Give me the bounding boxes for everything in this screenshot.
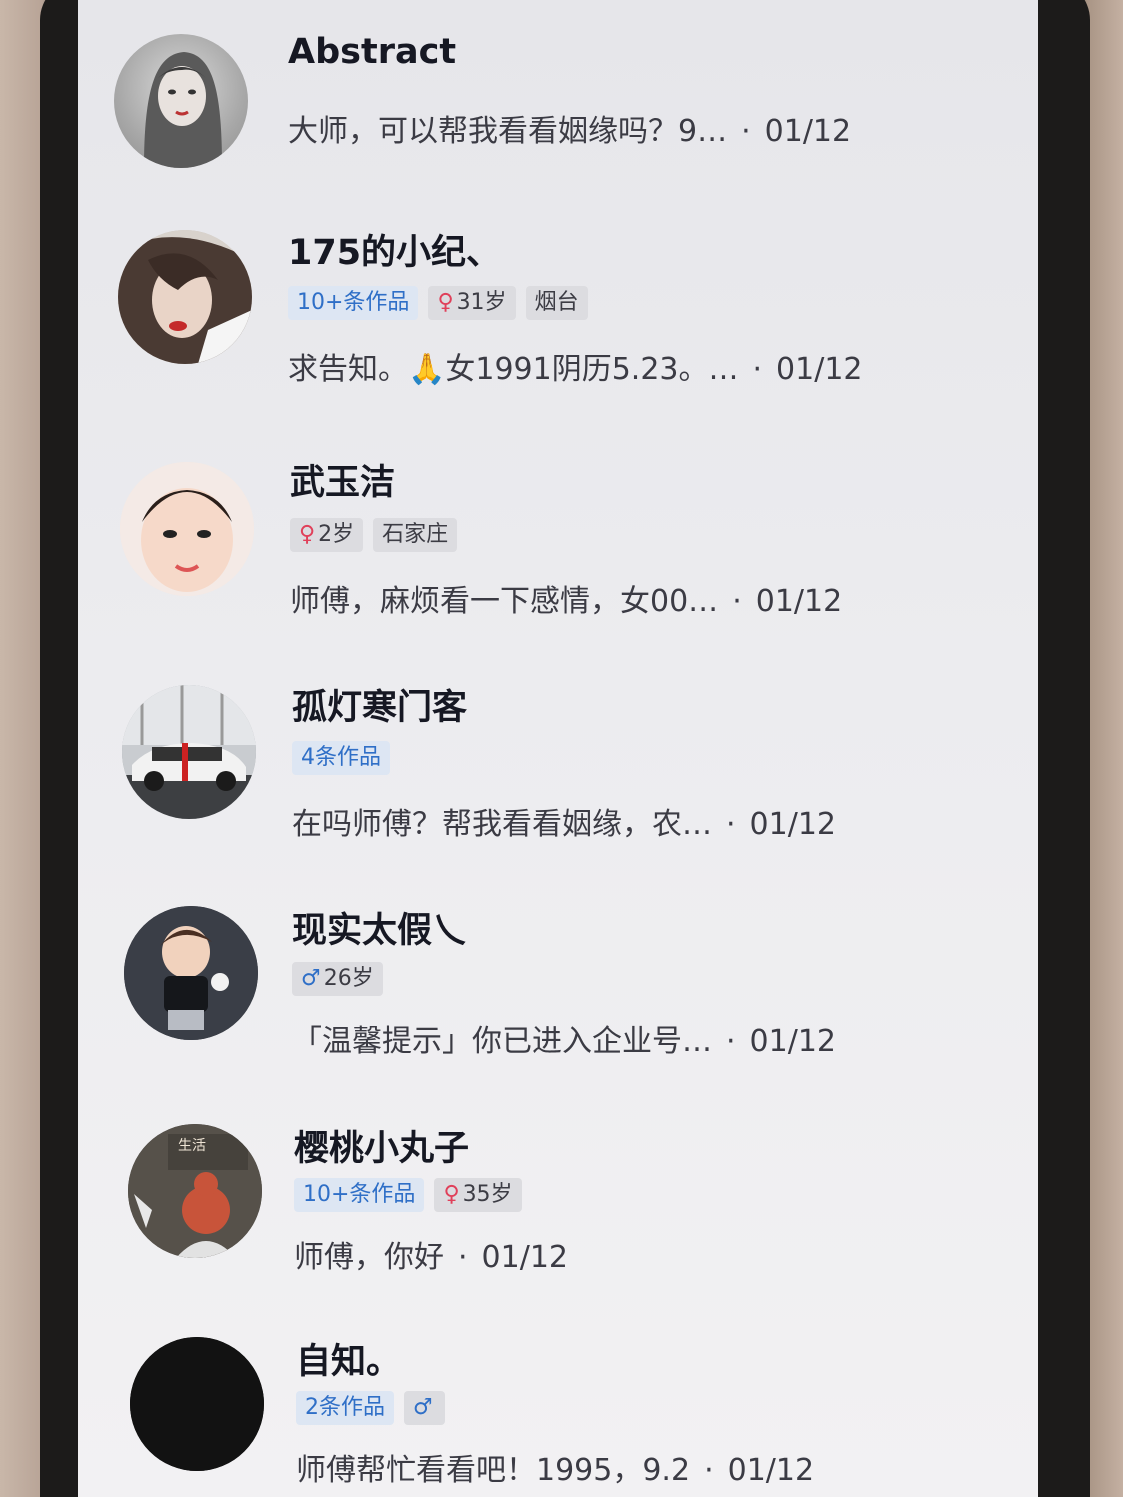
avatar[interactable] [118, 230, 252, 364]
works-count-tag: 10+条作品 [288, 286, 419, 320]
avatar[interactable] [114, 34, 248, 168]
message-text: 大师，可以帮我看看姻缘吗？9… [288, 114, 728, 149]
gender-tag: ♂ [404, 1391, 445, 1425]
message-date: 01/12 [481, 1240, 569, 1275]
cartoon-boy-avatar-icon [124, 906, 258, 1040]
age-tag: ♂ 26岁 [292, 962, 383, 996]
conversation-item[interactable]: 孤灯寒门客 4条作品 在吗师傅？帮我看看姻缘，农… · 01/12 [78, 655, 1038, 880]
separator-dot: · [732, 584, 742, 619]
last-message: 大师，可以帮我看看姻缘吗？9… · 01/12 [288, 106, 851, 150]
message-text: 师傅，你好 [294, 1240, 444, 1275]
conversation-item[interactable]: 生活 樱桃小丸子 10+条作品 ♀ 35岁 师傅，你好 · 01/12 [78, 1100, 1038, 1315]
works-count-tag: 10+条作品 [294, 1178, 425, 1212]
separator-dot: · [458, 1240, 468, 1275]
contact-name: 樱桃小丸子 [294, 1129, 470, 1169]
contact-name: 孤灯寒门客 [292, 688, 468, 728]
message-text: 师傅，麻烦看一下感情，女00… [290, 584, 719, 619]
separator-dot: · [726, 807, 736, 842]
conversation-item[interactable]: Abstract 大师，可以帮我看看姻缘吗？9… · 01/12 [78, 0, 1038, 200]
conversation-item[interactable]: 自知。 2条作品 ♂ 师傅帮忙看看吧！1995，9.2 · 01/12 [78, 1315, 1038, 1497]
contact-name: 现实太假乀 [292, 911, 468, 951]
avatar[interactable] [122, 685, 256, 819]
age-tag: ♀ 31岁 [428, 286, 516, 320]
location-tag: 石家庄 [373, 518, 458, 552]
message-date: 01/12 [764, 114, 852, 149]
message-date: 01/12 [749, 1024, 837, 1059]
last-message: 师傅，你好 · 01/12 [294, 1232, 568, 1276]
tag-row: 2条作品 ♂ [296, 1391, 445, 1425]
works-count-tag: 2条作品 [296, 1391, 394, 1425]
last-message: 「温馨提示」你已进入企业号… · 01/12 [292, 1016, 836, 1060]
tag-row: ♀ 2岁 石家庄 [290, 518, 458, 552]
contact-name: 175的小纪、 [288, 233, 502, 273]
conversation-item[interactable]: 175的小纪、 10+条作品 ♀ 31岁 烟台 求告知。🙏女1991阴历5.23。… [78, 200, 1038, 430]
woman-illustration-avatar-icon [144, 52, 222, 168]
separator-dot: · [752, 352, 763, 387]
message-text: 在吗师傅？帮我看看姻缘，农… [292, 807, 712, 842]
child-photo-avatar-icon [120, 462, 254, 596]
female-icon: ♀ [437, 290, 454, 315]
contact-name: 自知。 [296, 1342, 402, 1382]
tag-row: 4条作品 [292, 741, 390, 775]
message-text: 求告知。🙏女1991阴历5.23。… [288, 352, 739, 387]
last-message: 求告知。🙏女1991阴历5.23。… · 01/12 [288, 344, 863, 388]
message-text: 师傅帮忙看看吧！1995，9.2 [296, 1453, 691, 1488]
male-icon: ♂ [301, 966, 321, 991]
car-photo-avatar-icon [122, 685, 256, 819]
age-tag: ♀ 2岁 [290, 518, 364, 552]
message-date: 01/12 [749, 807, 837, 842]
female-icon: ♀ [299, 522, 316, 547]
separator-dot: · [704, 1453, 714, 1488]
conversation-item[interactable]: 武玉洁 ♀ 2岁 石家庄 师傅，麻烦看一下感情，女00… · 01/12 [78, 430, 1038, 655]
avatar[interactable] [120, 462, 254, 596]
avatar[interactable] [124, 906, 258, 1040]
avatar[interactable] [130, 1337, 264, 1471]
tag-row: 10+条作品 ♀ 35岁 [294, 1178, 522, 1212]
last-message: 师傅帮忙看看吧！1995，9.2 · 01/12 [296, 1445, 814, 1489]
last-message: 在吗师傅？帮我看看姻缘，农… · 01/12 [292, 799, 836, 843]
female-icon: ♀ [443, 1182, 460, 1207]
message-date: 01/12 [755, 584, 843, 619]
tag-row: ♂ 26岁 [292, 962, 383, 996]
last-message: 师傅，麻烦看一下感情，女00… · 01/12 [290, 576, 842, 620]
contact-name: 武玉洁 [290, 463, 396, 503]
svg-text:生活: 生活 [178, 1138, 206, 1154]
separator-dot: · [741, 114, 751, 149]
message-list-screen: Abstract 大师，可以帮我看看姻缘吗？9… · 01/12 175的小纪、 1… [78, 0, 1038, 1497]
separator-dot: · [726, 1024, 736, 1059]
avatar[interactable]: 生活 [128, 1124, 262, 1258]
age-tag: ♀ 35岁 [434, 1178, 522, 1212]
message-text: 「温馨提示」你已进入企业号… [292, 1024, 712, 1059]
conversation-item[interactable]: 现实太假乀 ♂ 26岁 「温馨提示」你已进入企业号… · 01/12 [78, 880, 1038, 1100]
message-date: 01/12 [727, 1453, 815, 1488]
woman-photo-avatar-icon [118, 230, 252, 364]
cartoon-girl-avatar-icon: 生活 [128, 1124, 262, 1258]
works-count-tag: 4条作品 [292, 741, 390, 775]
black-avatar-icon [130, 1337, 264, 1471]
location-tag: 烟台 [525, 286, 588, 320]
male-icon: ♂ [413, 1395, 433, 1420]
tag-row: 10+条作品 ♀ 31岁 烟台 [288, 286, 588, 320]
message-date: 01/12 [776, 352, 863, 387]
contact-name: Abstract [288, 32, 457, 72]
